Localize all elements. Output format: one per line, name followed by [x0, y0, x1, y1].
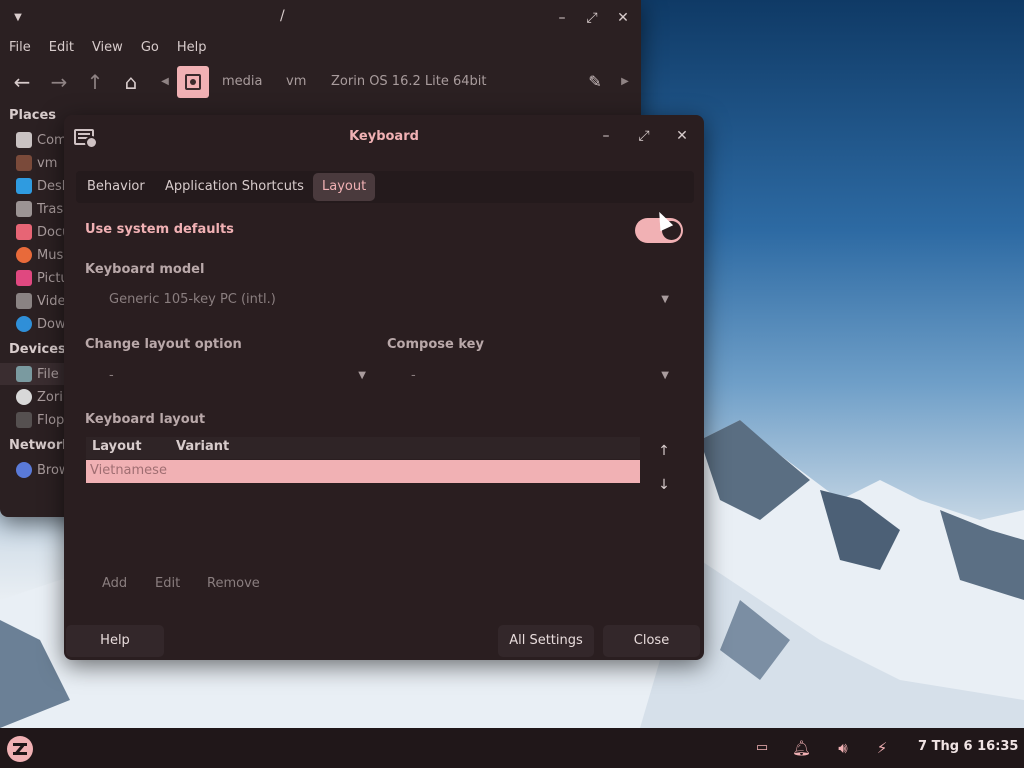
maximize-icon[interactable]: ⤢: [582, 8, 602, 28]
computer-icon: [16, 132, 32, 148]
floppy-icon: [16, 412, 32, 428]
keyboard-layout-label: Keyboard layout: [85, 412, 206, 427]
close-button[interactable]: Close: [603, 625, 700, 657]
sidebar-item-browse-network[interactable]: Brow: [16, 460, 70, 480]
up-icon[interactable]: ↑: [83, 70, 107, 94]
breadcrumb-root[interactable]: [177, 66, 209, 98]
change-layout-option-label: Change layout option: [85, 337, 242, 352]
keyboard-model-label: Keyboard model: [85, 262, 205, 277]
keyboard-model-value: Generic 105-key PC (intl.): [109, 292, 276, 307]
close-icon[interactable]: ✕: [613, 8, 633, 28]
drive-icon: [185, 74, 201, 90]
dialog-titlebar: Keyboard – ⤢ ✕: [64, 115, 704, 159]
bell-icon[interactable]: 🔔︎: [792, 738, 811, 758]
power-icon[interactable]: ⚡︎: [873, 738, 891, 758]
table-row[interactable]: Vietnamese: [86, 460, 640, 483]
sidebar-item-documents[interactable]: Docu: [16, 222, 70, 242]
taskbar: ▭ 🔔︎ 🔊︎ ⚡︎ 7 Thg 6 16:35: [0, 728, 1024, 768]
menu-view[interactable]: View: [83, 38, 132, 60]
menu-file[interactable]: File: [0, 38, 40, 60]
layout-list-header: Layout Variant: [86, 437, 640, 459]
menu-go[interactable]: Go: [132, 38, 168, 60]
network-header: Network: [9, 438, 71, 453]
edit-path-icon[interactable]: ✎: [583, 70, 607, 94]
move-up-icon[interactable]: ↑: [654, 441, 674, 461]
drive-icon: [16, 366, 32, 382]
sidebar-item-desktop[interactable]: Desk: [16, 176, 69, 196]
devices-header: Devices: [9, 342, 66, 357]
sidebar-item-floppy[interactable]: Flop: [16, 410, 64, 430]
layout-cell: Vietnamese: [90, 463, 167, 478]
menu-edit[interactable]: Edit: [40, 38, 83, 60]
add-button[interactable]: Add: [102, 576, 127, 591]
all-settings-button[interactable]: All Settings: [498, 625, 594, 657]
sidebar-item-downloads[interactable]: Dow: [16, 314, 66, 334]
change-layout-option-value: -: [109, 368, 114, 383]
keyboard-model-combo[interactable]: Generic 105-key PC (intl.) ▼: [85, 287, 679, 313]
zorin-menu-icon[interactable]: [7, 736, 33, 762]
toolbar: ← → ↑ ⌂ ◀ media vm Zorin OS 16.2 Lite 64…: [0, 64, 641, 100]
tab-layout[interactable]: Layout: [313, 173, 376, 201]
documents-icon: [16, 224, 32, 240]
edit-button[interactable]: Edit: [155, 576, 180, 591]
minimize-icon[interactable]: –: [552, 8, 572, 28]
use-system-defaults-label: Use system defaults: [85, 222, 234, 237]
minimize-icon[interactable]: –: [596, 126, 616, 146]
sidebar-item-pictures[interactable]: Pictu: [16, 268, 69, 288]
compose-key-label: Compose key: [387, 337, 484, 352]
close-icon[interactable]: ✕: [672, 126, 692, 146]
crumb-left-icon[interactable]: ◀: [153, 70, 177, 94]
home-icon: [16, 155, 32, 171]
move-down-icon[interactable]: ↓: [654, 475, 674, 495]
keyboard-dialog: Keyboard – ⤢ ✕ Behavior Application Shor…: [64, 115, 704, 660]
breadcrumb-vm[interactable]: vm: [286, 72, 306, 92]
back-icon[interactable]: ←: [10, 70, 34, 94]
sidebar-item-music[interactable]: Musi: [16, 245, 67, 265]
remove-button[interactable]: Remove: [207, 576, 260, 591]
maximize-icon[interactable]: ⤢: [634, 126, 654, 146]
column-layout[interactable]: Layout: [92, 439, 142, 454]
crumb-right-icon[interactable]: ▶: [613, 70, 637, 94]
chevron-down-icon: ▼: [358, 370, 366, 381]
clock[interactable]: 7 Thg 6 16:35: [918, 739, 1018, 754]
menubar: File Edit View Go Help: [0, 38, 215, 60]
chevron-down-icon: ▼: [661, 370, 669, 381]
tab-behavior[interactable]: Behavior: [78, 173, 154, 201]
column-variant[interactable]: Variant: [176, 439, 229, 454]
music-icon: [16, 247, 32, 263]
home-icon[interactable]: ⌂: [119, 70, 143, 94]
tab-bar: Behavior Application Shortcuts Layout: [76, 171, 694, 203]
forward-icon[interactable]: →: [47, 70, 71, 94]
display-icon[interactable]: ▭: [753, 738, 771, 758]
sidebar-item-filesystem[interactable]: File: [16, 364, 59, 384]
places-header: Places: [9, 108, 57, 123]
sidebar-item-videos[interactable]: Vide: [16, 291, 65, 311]
file-manager-titlebar: ▼ / – ⤢ ✕: [0, 0, 641, 36]
breadcrumb-zorin[interactable]: Zorin OS 16.2 Lite 64bit: [331, 72, 486, 92]
compose-key-value: -: [411, 368, 416, 383]
change-layout-option-combo[interactable]: - ▼: [85, 363, 376, 389]
disc-icon: [16, 389, 32, 405]
network-icon: [16, 462, 32, 478]
sidebar-item-computer[interactable]: Com: [16, 130, 67, 150]
compose-key-combo[interactable]: - ▼: [387, 363, 679, 389]
trash-icon: [16, 201, 32, 217]
desktop-icon: [16, 178, 32, 194]
videos-icon: [16, 293, 32, 309]
sidebar-item-zorin-disc[interactable]: Zorin: [16, 387, 71, 407]
chevron-down-icon: ▼: [661, 294, 669, 305]
pictures-icon: [16, 270, 32, 286]
menu-help[interactable]: Help: [168, 38, 216, 60]
downloads-icon: [16, 316, 32, 332]
help-button[interactable]: Help: [66, 625, 164, 657]
volume-icon[interactable]: 🔊︎: [834, 738, 852, 758]
sidebar-item-home[interactable]: vm: [16, 153, 57, 173]
sidebar-item-trash[interactable]: Tras: [16, 199, 63, 219]
breadcrumb-media[interactable]: media: [222, 72, 263, 92]
window-title: /: [280, 8, 285, 24]
tab-application-shortcuts[interactable]: Application Shortcuts: [156, 173, 313, 201]
window-menu-icon[interactable]: ▼: [8, 8, 28, 28]
